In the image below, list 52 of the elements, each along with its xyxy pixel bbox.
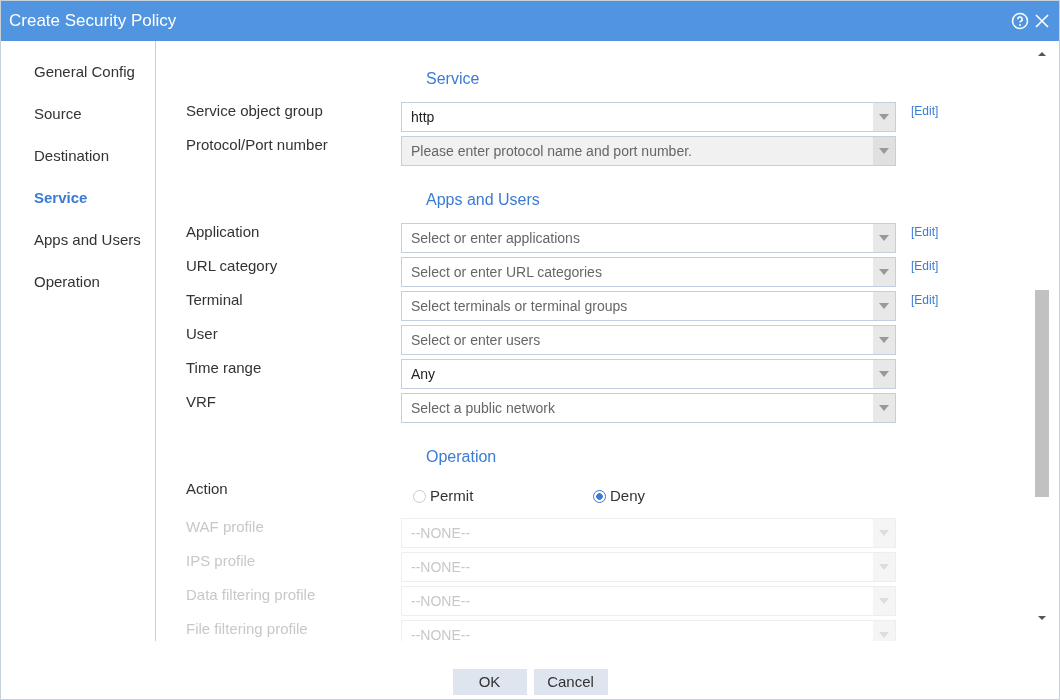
dropdown-caret-icon bbox=[879, 405, 889, 411]
help-icon[interactable] bbox=[1011, 12, 1029, 30]
radio-option[interactable]: Permit bbox=[413, 486, 593, 506]
field-label: URL category bbox=[186, 257, 278, 274]
select-field[interactable]: Please enter protocol name and port number. bbox=[401, 136, 896, 166]
field-label: Action bbox=[186, 480, 228, 497]
dropdown-caret-icon bbox=[879, 114, 889, 120]
scroll-down-icon[interactable] bbox=[1038, 615, 1046, 621]
sidebar-item[interactable]: Destination bbox=[1, 146, 110, 166]
select-field[interactable]: http bbox=[401, 102, 896, 132]
dropdown-caret-icon bbox=[879, 148, 889, 154]
window-title: Create Security Policy bbox=[9, 10, 177, 33]
select-field[interactable]: Any bbox=[401, 359, 896, 389]
sidebar-item[interactable]: General Config bbox=[1, 62, 135, 82]
select-field[interactable]: Select a public network bbox=[401, 393, 896, 423]
select-field[interactable]: Select or enter users bbox=[401, 325, 896, 355]
scroll-up-icon[interactable] bbox=[1038, 51, 1046, 57]
dropdown-caret-icon bbox=[879, 303, 889, 309]
dropdown-caret-icon bbox=[879, 269, 889, 275]
sidebar-item[interactable]: Service bbox=[1, 188, 88, 208]
dropdown-caret-icon bbox=[879, 337, 889, 343]
field-label: User bbox=[186, 325, 218, 342]
field-label: Protocol/Port number bbox=[186, 136, 328, 153]
dropdown-caret-icon bbox=[879, 235, 889, 241]
close-icon[interactable] bbox=[1033, 12, 1051, 30]
dropdown-caret-icon bbox=[879, 530, 889, 536]
scrollbar-thumb[interactable] bbox=[1035, 290, 1049, 497]
sidebar-item[interactable]: Source bbox=[1, 104, 82, 124]
edit-link[interactable]: [Edit] bbox=[911, 257, 939, 291]
field-label: Application bbox=[186, 223, 260, 240]
edit-link[interactable]: [Edit] bbox=[911, 291, 939, 325]
dropdown-caret-icon bbox=[879, 632, 889, 638]
sidebar-item[interactable]: Apps and Users bbox=[1, 230, 141, 250]
section-heading: Service bbox=[426, 70, 480, 87]
select-field[interactable]: Select or enter URL categories bbox=[401, 257, 896, 287]
select-field[interactable]: Select or enter applications bbox=[401, 223, 896, 253]
dropdown-caret-icon bbox=[879, 564, 889, 570]
sidebar-item[interactable]: Operation bbox=[1, 272, 100, 292]
dialog-button[interactable]: Cancel bbox=[533, 669, 608, 695]
dropdown-caret-icon bbox=[879, 598, 889, 604]
field-label: VRF bbox=[186, 393, 216, 410]
select-field[interactable]: Select terminals or terminal groups bbox=[401, 291, 896, 321]
radio-option[interactable]: Deny bbox=[593, 486, 773, 506]
edit-link[interactable]: [Edit] bbox=[911, 223, 939, 257]
section-heading: Apps and Users bbox=[426, 191, 540, 208]
section-heading: Operation bbox=[426, 448, 497, 465]
dropdown-caret-icon bbox=[879, 371, 889, 377]
field-label: Time range bbox=[186, 359, 262, 376]
dialog-button[interactable]: OK bbox=[452, 669, 527, 695]
field-label: Terminal bbox=[186, 291, 243, 308]
edit-link[interactable]: [Edit] bbox=[911, 102, 939, 136]
field-label: Service object group bbox=[186, 102, 323, 119]
